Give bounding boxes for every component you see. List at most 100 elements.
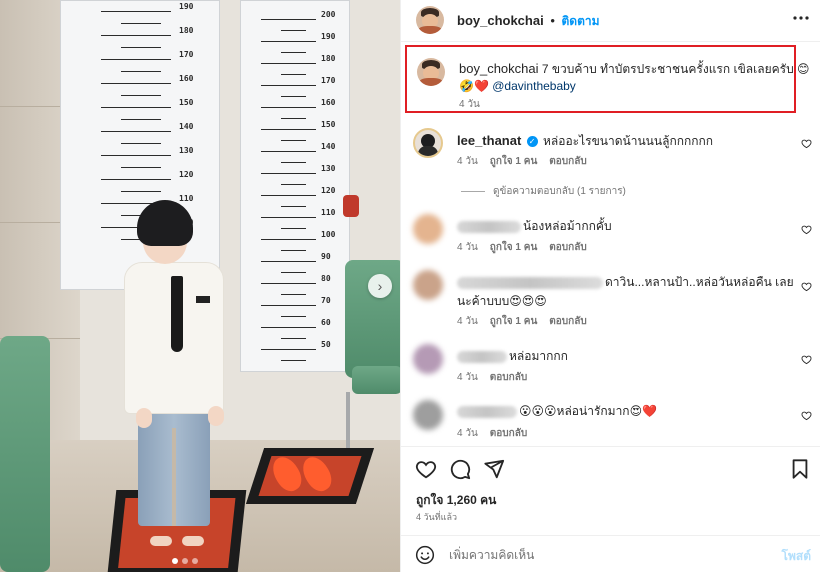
ruler-number: 110 [321,208,336,217]
ruler-minor-mark [281,294,306,295]
pocket-square [196,296,210,303]
foot-right [182,536,204,546]
like-heart-icon[interactable] [801,281,812,292]
ruler-number: 150 [321,120,336,129]
avatar[interactable] [413,270,443,300]
carousel-dot [192,558,198,564]
comment-meta: 4 วัน ตอบกลับ [457,370,527,385]
caption-text: 7 ขวบค้าบ ทำบัตรประชาชนครั้งแรก เขิลเลยค… [541,62,810,76]
hand-left [136,408,152,428]
view-replies-button[interactable]: ดูข้อความตอบกลับ (1 รายการ) [461,184,626,199]
reply-button[interactable]: ตอบกลับ [490,370,527,385]
comment-username[interactable]: lee_thanat [457,133,521,148]
ruler-number: 70 [321,296,331,305]
ruler-minor-mark [121,167,161,168]
comment-meta: 4 วัน ถูกใจ 1 คน ตอบกลับ [457,154,587,169]
comment-text: หล่ออะไรขนาดน้านนนลู้กกกกกก [543,134,714,148]
like-icon[interactable] [415,458,437,480]
carousel-next-button[interactable]: › [368,274,392,298]
ruler-mark [261,41,316,42]
ruler-mark [101,155,171,156]
like-heart-icon[interactable] [801,138,812,149]
caption-username[interactable]: boy_chokchai [459,61,539,76]
instagram-post-view: 190 180 170 160 150 140 130 120 110 100 200 190 180… [0,0,820,572]
comment-time[interactable]: 4 วัน [457,240,478,255]
post-username[interactable]: boy_chokchai [457,13,544,28]
ruler-number: 170 [321,76,336,85]
verified-icon: ✓ [526,136,538,148]
comment-input[interactable] [449,545,749,565]
like-heart-icon[interactable] [801,410,812,421]
share-icon[interactable] [483,458,505,480]
comment-icon[interactable] [449,458,471,480]
reply-button[interactable]: ตอบกลับ [549,154,586,169]
comment-time[interactable]: 4 วัน [457,154,478,169]
comment-meta: 4 วัน ถูกใจ 1 คน ตอบกลับ [457,314,587,329]
post-button[interactable]: โพสต์ [782,547,811,566]
comment-likes[interactable]: ถูกใจ 1 คน [490,240,538,255]
fire-alarm [343,195,359,217]
avatar[interactable] [413,344,443,374]
reply-button[interactable]: ตอบกลับ [549,314,586,329]
more-options-icon[interactable] [793,9,809,32]
ruler-number: 50 [321,340,331,349]
ruler-minor-mark [281,316,306,317]
like-heart-icon[interactable] [801,224,812,235]
caption-mention[interactable]: @davinthebaby [492,79,576,93]
avatar[interactable] [416,6,444,34]
ruler-number: 120 [179,170,194,179]
post-photo[interactable]: 190 180 170 160 150 140 130 120 110 100 200 190 180… [0,0,400,572]
like-heart-icon[interactable] [801,354,812,365]
ruler-number: 120 [321,186,336,195]
reply-button[interactable]: ตอบกลับ [490,426,527,441]
ruler-mark [261,19,316,20]
comment-body: 😮😮😮หล่อน่ารักมาก😍❤️ [457,403,657,420]
ruler-number: 80 [321,274,331,283]
comment-meta: 4 วัน ตอบกลับ [457,426,527,441]
emoji-icon[interactable] [415,545,435,565]
caption-emoji: 🤣❤️ [459,79,489,93]
comment-likes[interactable]: ถูกใจ 1 คน [490,154,538,169]
ruler-mark [261,327,316,328]
avatar[interactable] [413,400,443,430]
chair-leg [346,392,350,452]
caption-time[interactable]: 4 วัน [459,97,480,112]
ruler-mark [261,129,316,130]
comment-likes[interactable]: ถูกใจ 1 คน [490,314,538,329]
avatar[interactable] [413,214,443,244]
comment-time[interactable]: 4 วัน [457,314,478,329]
ruler-mark [261,349,316,350]
caption: boy_chokchai 7 ขวบค้าบ ทำบัตรประชาชนครั้… [459,60,810,95]
divider [461,191,485,192]
ruler-mark [261,63,316,64]
separator: • [550,13,555,28]
ruler-minor-mark [281,206,306,207]
height-chart-right: 200 190 180 170 160 150 140 130 120 110 100 90 80 70 6… [240,0,350,372]
ruler-minor-mark [281,30,306,31]
ruler-mark [101,83,171,84]
ruler-minor-mark [281,74,306,75]
comment-body: หล่อมากกก [457,348,568,365]
avatar[interactable] [417,58,445,86]
blurred-username [457,350,507,363]
ruler-mark [261,151,316,152]
carousel-dot [182,558,188,564]
ruler-minor-mark [281,338,306,339]
comment-time[interactable]: 4 วัน [457,370,478,385]
comment-text-continued: นะค้าบบบ😍😍😍 [457,294,547,308]
ruler-number: 180 [179,26,194,35]
avatar[interactable] [413,128,443,158]
caption-meta: 4 วัน [459,97,480,112]
ruler-minor-mark [281,272,306,273]
bookmark-icon[interactable] [789,458,811,480]
comment-text: 😮😮😮หล่อน่ารักมาก😍❤️ [519,404,658,418]
likes-count[interactable]: ถูกใจ 1,260 คน [416,491,496,510]
reply-button[interactable]: ตอบกลับ [549,240,586,255]
comment-time[interactable]: 4 วัน [457,426,478,441]
action-bar: ถูกใจ 1,260 คน 4 วันที่แล้ว [401,446,820,522]
ruler-minor-mark [281,250,306,251]
comment-composer: โพสต์ [401,535,820,572]
post-time[interactable]: 4 วันที่แล้ว [416,510,457,524]
follow-button[interactable]: ติดตาม [562,14,600,28]
view-replies-label: ดูข้อความตอบกลับ (1 รายการ) [493,186,626,197]
